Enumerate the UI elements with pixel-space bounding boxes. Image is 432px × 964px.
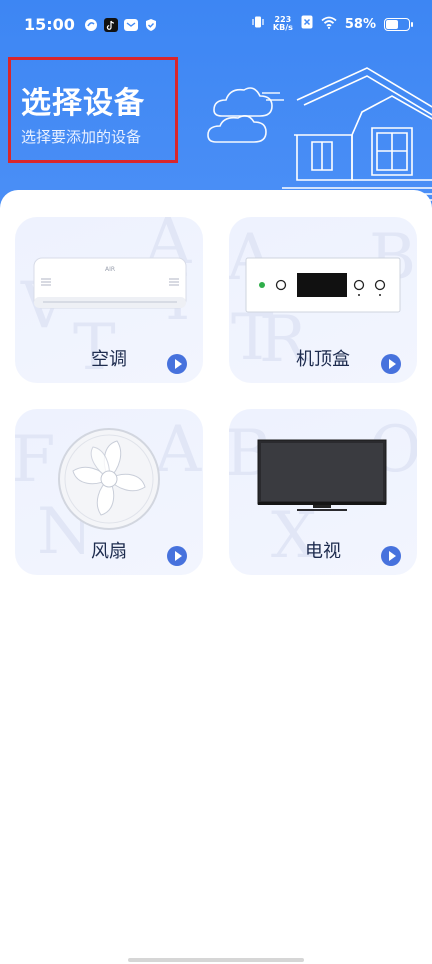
- device-card-set-top-box[interactable]: A T R B 机顶盒: [229, 217, 417, 383]
- title-highlight-box: 选择设备 选择要添加的设备: [8, 57, 178, 163]
- device-grid: V T A I AIR 空调 A T R B: [0, 190, 432, 964]
- status-bar: 15:00 223 KB/s 58%: [0, 0, 432, 50]
- net-speed: 223 KB/s: [272, 15, 293, 32]
- fan-icon: [58, 428, 160, 530]
- page-subtitle: 选择要添加的设备: [21, 128, 142, 146]
- sync-icon: [84, 17, 98, 36]
- house-illustration-icon: [207, 67, 432, 201]
- bg-letter: F: [15, 423, 56, 497]
- play-icon[interactable]: [167, 546, 187, 566]
- shield-icon: [144, 17, 158, 36]
- device-card-tv[interactable]: B O X 电视: [229, 409, 417, 575]
- no-sim-icon: [301, 15, 313, 33]
- set-top-box-icon: [245, 257, 401, 313]
- air-brand-text: AIR: [105, 266, 115, 273]
- tv-icon: [257, 439, 387, 511]
- air-conditioner-icon: AIR: [33, 257, 187, 309]
- wifi-icon: [321, 16, 337, 33]
- play-icon[interactable]: [381, 546, 401, 566]
- page-title: 选择设备: [21, 86, 145, 121]
- battery-percent: 58%: [344, 16, 376, 32]
- home-indicator[interactable]: [128, 958, 304, 962]
- battery-level: [386, 19, 398, 29]
- mail-icon: [124, 17, 138, 36]
- tiktok-icon: [104, 17, 118, 36]
- status-time: 15:00: [24, 15, 75, 34]
- play-icon[interactable]: [381, 354, 401, 374]
- header: 15:00 223 KB/s 58% 选择设备 选择要添加的设备: [0, 0, 432, 215]
- device-card-fan[interactable]: F A N 风扇: [15, 409, 203, 575]
- vibrate-icon: [251, 15, 265, 33]
- play-icon[interactable]: [167, 354, 187, 374]
- device-card-air-conditioner[interactable]: V T A I AIR 空调: [15, 217, 203, 383]
- bg-letter: A: [155, 413, 202, 487]
- battery-icon: [384, 17, 413, 31]
